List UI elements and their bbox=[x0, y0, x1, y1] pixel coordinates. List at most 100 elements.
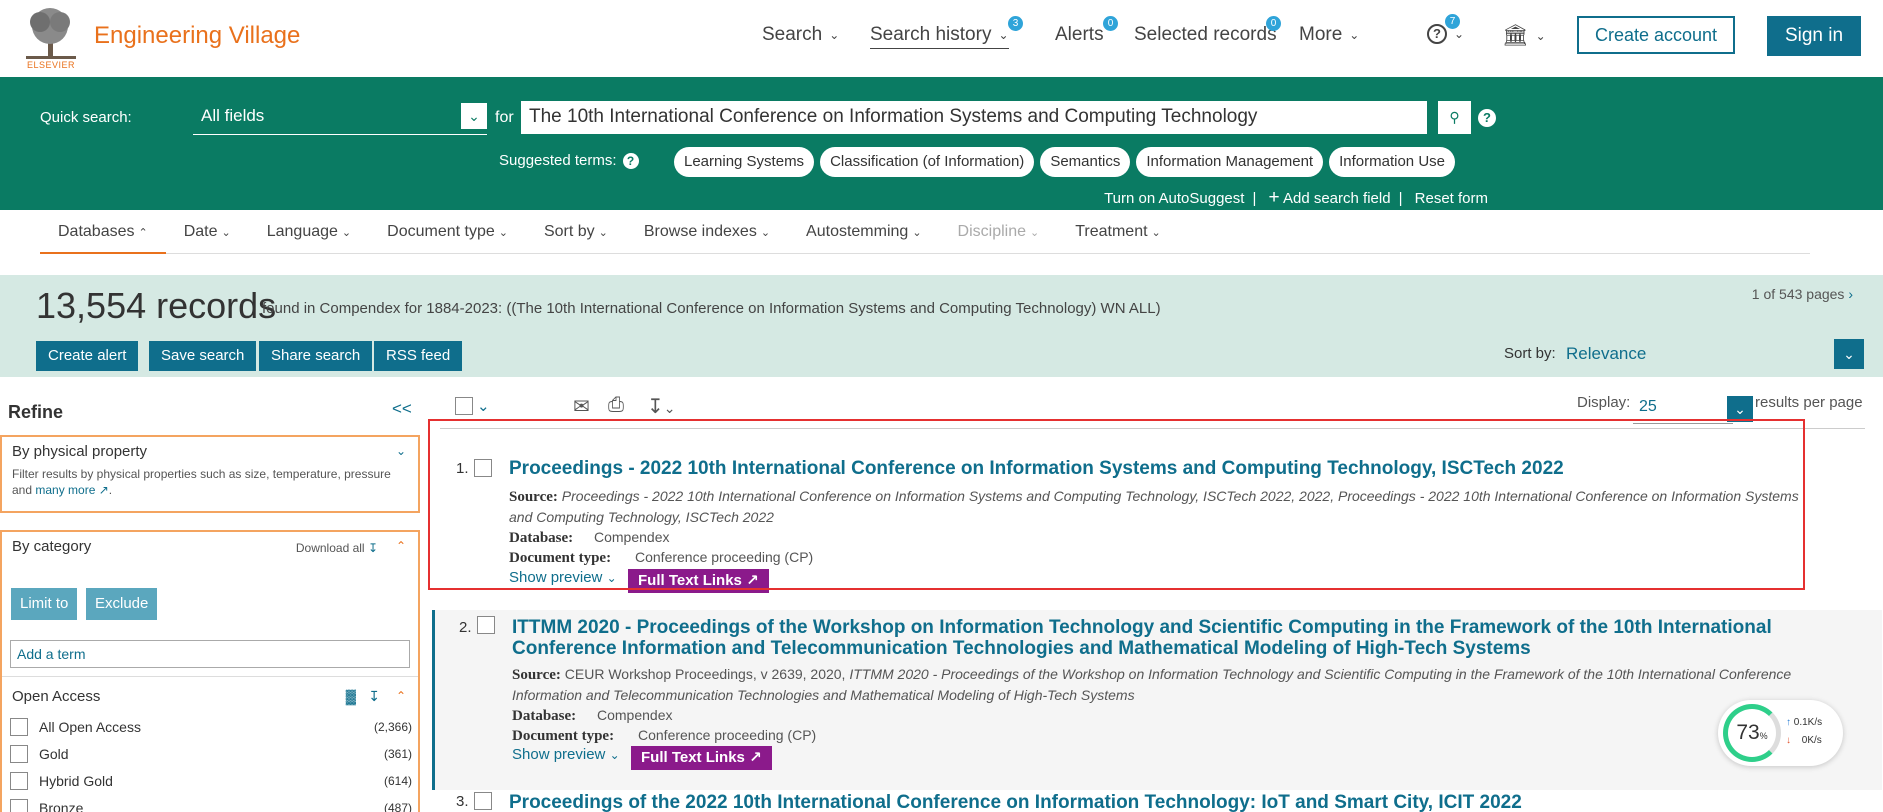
network-gauge: 73% bbox=[1723, 704, 1781, 762]
brand-name[interactable]: Engineering Village bbox=[94, 22, 300, 50]
open-access-option[interactable]: Hybrid Gold (614) bbox=[10, 768, 412, 794]
download-icon: ↧ bbox=[367, 541, 378, 555]
nav-search[interactable]: Search ⌄ bbox=[762, 24, 839, 46]
select-all-checkbox[interactable]: ⌄ bbox=[455, 394, 490, 417]
network-speed-widget[interactable]: 73% ↑ 0.1K/s ↓ 0K/s bbox=[1718, 700, 1843, 766]
tab-treatment[interactable]: Treatment ⌄ bbox=[1057, 210, 1179, 254]
download-all-link[interactable]: Download all ↧ bbox=[296, 541, 378, 555]
category-panel: By category Download all ↧ ⌃ Limit to Ex… bbox=[0, 530, 420, 812]
help-icon[interactable]: ? bbox=[622, 153, 639, 169]
suggested-term-chip[interactable]: Semantics bbox=[1040, 147, 1131, 177]
nav-more[interactable]: More ⌄ bbox=[1299, 24, 1359, 46]
tab-databases[interactable]: Databases ⌃ bbox=[40, 210, 166, 254]
many-more-link[interactable]: many more bbox=[35, 483, 95, 497]
physical-property-header[interactable]: By physical property ⌄ bbox=[2, 437, 418, 466]
search-icon[interactable]: ⚲ bbox=[1438, 101, 1471, 134]
exclude-button[interactable]: Exclude bbox=[86, 588, 158, 620]
option-label: All Open Access bbox=[39, 719, 141, 735]
nav-search-history[interactable]: Search history ⌄ 3 bbox=[870, 16, 1023, 49]
create-alert-button[interactable]: Create alert bbox=[36, 341, 139, 371]
chevron-down-icon[interactable]: ⌄ bbox=[1727, 396, 1753, 422]
tab-sort-by[interactable]: Sort by ⌄ bbox=[526, 210, 626, 254]
help-icon[interactable]: ? bbox=[1478, 109, 1496, 127]
chevron-down-icon[interactable]: ⌄ bbox=[477, 398, 490, 415]
full-text-links-button[interactable]: Full Text Links ↗ bbox=[628, 569, 769, 593]
rss-feed-button[interactable]: RSS feed bbox=[374, 341, 463, 371]
open-access-option[interactable]: All Open Access (2,366) bbox=[10, 714, 412, 740]
arrow-up-icon: ↑ bbox=[1786, 717, 1791, 728]
suggested-terms-label: Suggested terms:? bbox=[499, 152, 639, 169]
result-checkbox[interactable] bbox=[474, 792, 492, 810]
nav-search-history-label: Search history bbox=[870, 24, 992, 45]
print-icon[interactable]: ⎙ bbox=[608, 394, 624, 417]
suggested-term-chip[interactable]: Information Management bbox=[1136, 147, 1324, 177]
share-search-button[interactable]: Share search bbox=[259, 341, 373, 371]
checkbox[interactable] bbox=[10, 745, 28, 763]
open-access-header[interactable]: Open Access ▓ ↧ ⌃ bbox=[2, 682, 418, 711]
download-icon[interactable]: ↧ bbox=[368, 688, 380, 705]
result-title-link[interactable]: Proceedings - 2022 10th International Co… bbox=[509, 458, 1822, 479]
suggested-term-chip[interactable]: Classification (of Information) bbox=[820, 147, 1035, 177]
bar-chart-icon[interactable]: ▓ bbox=[346, 688, 356, 704]
help-menu[interactable]: ? ⌄ 7 bbox=[1427, 14, 1465, 44]
alerts-badge: 0 bbox=[1103, 16, 1118, 31]
sort-by-select[interactable]: Relevance bbox=[1566, 344, 1646, 364]
result-title-link[interactable]: Proceedings of the 2022 10th Internation… bbox=[509, 792, 1822, 812]
category-header[interactable]: By category Download all ↧ ⌃ bbox=[2, 532, 418, 561]
page-indicator[interactable]: 1 of 543 pages › bbox=[1752, 286, 1853, 302]
database-label: Database: bbox=[509, 530, 574, 546]
divider bbox=[2, 676, 418, 677]
collapse-sidebar-button[interactable]: << bbox=[392, 399, 412, 419]
result-document-type: Document type: Conference proceeding (CP) bbox=[512, 725, 1822, 746]
nav-alerts[interactable]: Alerts 0 bbox=[1055, 16, 1118, 46]
tab-discipline: Discipline ⌄ bbox=[940, 210, 1058, 254]
institution-menu[interactable]: 🏛 ⌄ bbox=[1502, 24, 1546, 48]
chevron-down-icon: ⌄ bbox=[912, 226, 922, 239]
search-field-select[interactable]: All fields ⌄ bbox=[193, 99, 487, 135]
tab-date[interactable]: Date ⌄ bbox=[166, 210, 249, 254]
chevron-down-icon: ⌄ bbox=[663, 400, 676, 416]
help-icon: ? bbox=[1427, 24, 1447, 44]
document-type-value: Conference proceeding (CP) bbox=[635, 549, 814, 565]
tab-document-type[interactable]: Document type ⌄ bbox=[369, 210, 526, 254]
suggested-term-chip[interactable]: Learning Systems bbox=[674, 147, 815, 177]
create-account-button[interactable]: Create account bbox=[1577, 16, 1735, 54]
elsevier-logo[interactable]: ELSEVIER bbox=[20, 4, 82, 70]
result-title-link[interactable]: ITTMM 2020 - Proceedings of the Workshop… bbox=[512, 617, 1822, 659]
reset-form-link[interactable]: Reset form bbox=[1415, 190, 1488, 207]
result-checkbox[interactable] bbox=[474, 459, 492, 477]
checkbox[interactable] bbox=[455, 396, 473, 415]
add-search-field-link[interactable]: Add search field bbox=[1283, 190, 1391, 207]
chevron-down-icon: ⌄ bbox=[1454, 27, 1465, 41]
email-icon[interactable]: ✉ bbox=[573, 394, 590, 419]
checkbox[interactable] bbox=[10, 718, 28, 736]
checkbox[interactable] bbox=[10, 799, 28, 812]
chevron-down-icon[interactable]: ⌄ bbox=[1834, 339, 1864, 369]
tab-autostemming[interactable]: Autostemming ⌄ bbox=[788, 210, 939, 254]
full-text-links-text: Full Text Links bbox=[641, 749, 745, 766]
search-field-value: All fields bbox=[201, 106, 265, 125]
search-input[interactable]: The 10th International Conference on Inf… bbox=[521, 101, 1427, 134]
save-search-button[interactable]: Save search bbox=[149, 341, 257, 371]
show-preview-link[interactable]: Show preview ⌄ bbox=[512, 746, 620, 763]
open-access-option[interactable]: Bronze (487) bbox=[10, 795, 412, 812]
download-icon[interactable]: ↧⌄ bbox=[647, 394, 676, 419]
limit-to-button[interactable]: Limit to bbox=[11, 588, 78, 620]
nav-selected-records[interactable]: Selected records 0 bbox=[1134, 16, 1281, 46]
chevron-down-icon[interactable]: ⌄ bbox=[461, 103, 487, 129]
chevron-up-icon: ⌃ bbox=[395, 539, 406, 553]
result-checkbox[interactable] bbox=[477, 616, 495, 634]
refine-title: Refine bbox=[8, 402, 64, 422]
show-preview-link[interactable]: Show preview ⌄ bbox=[509, 569, 617, 586]
tab-browse-indexes[interactable]: Browse indexes ⌄ bbox=[626, 210, 788, 254]
suggested-term-chip[interactable]: Information Use bbox=[1329, 147, 1455, 177]
tab-language[interactable]: Language ⌄ bbox=[249, 210, 369, 254]
help-badge: 7 bbox=[1445, 14, 1460, 29]
chevron-down-icon: ⌄ bbox=[341, 226, 352, 239]
add-term-input[interactable]: Add a term bbox=[10, 640, 410, 668]
full-text-links-button[interactable]: Full Text Links ↗ bbox=[631, 746, 772, 770]
autosuggest-toggle[interactable]: Turn on AutoSuggest bbox=[1104, 190, 1244, 207]
checkbox[interactable] bbox=[10, 772, 28, 790]
sign-in-button[interactable]: Sign in bbox=[1767, 16, 1861, 56]
open-access-option[interactable]: Gold (361) bbox=[10, 741, 412, 767]
